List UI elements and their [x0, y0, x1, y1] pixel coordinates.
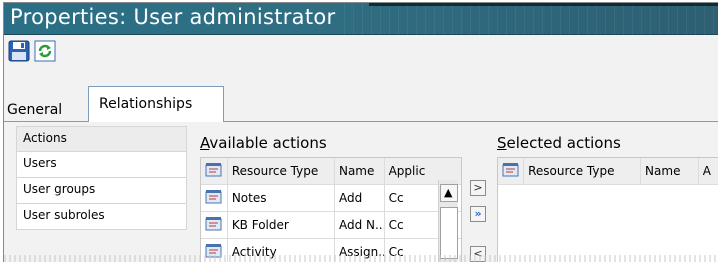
available-actions-title-text: vailable actions — [209, 134, 327, 152]
relationships-panel: Actions Users User groups User subroles … — [4, 122, 718, 262]
title-bar-pattern — [344, 3, 718, 35]
column-header-icon — [201, 158, 228, 184]
available-grid-scrollbar[interactable]: ▲ — [438, 180, 458, 262]
title-bar: Properties: User administrator — [4, 3, 718, 35]
nav-item-users[interactable]: Users — [16, 152, 187, 178]
table-row[interactable]: Notes Add Cc — [201, 185, 461, 212]
column-header-name[interactable]: Name — [641, 158, 699, 184]
floppy-disk-save-icon — [8, 40, 30, 62]
tab-strip: General Relationships — [4, 86, 718, 122]
cell-name: Add — [335, 185, 385, 211]
grid-header-row: Resource Type Name A — [498, 158, 718, 185]
selected-actions-grid[interactable]: Resource Type Name A — [497, 157, 718, 262]
column-header-resource-type[interactable]: Resource Type — [227, 158, 335, 184]
selected-actions-title: Selected actions — [497, 134, 621, 152]
resource-type-icon — [205, 163, 222, 177]
column-header-icon — [498, 158, 525, 184]
table-row[interactable]: KB Folder Add N... Cc — [201, 212, 461, 239]
resource-type-icon — [205, 190, 222, 204]
row-icon-cell — [201, 185, 228, 211]
nav-item-actions[interactable]: Actions — [16, 126, 187, 152]
nav-item-user-subroles[interactable]: User subroles — [16, 204, 187, 230]
column-header-application[interactable]: A — [698, 158, 718, 184]
scroll-up-button[interactable]: ▲ — [440, 184, 458, 202]
bottom-texture — [4, 255, 718, 262]
properties-window: Properties: User administrator General R… — [3, 2, 718, 262]
nav-item-user-groups[interactable]: User groups — [16, 178, 187, 204]
selected-actions-title-text: elected actions — [506, 134, 621, 152]
tab-general[interactable]: General — [4, 102, 62, 121]
scroll-thumb[interactable] — [440, 207, 458, 259]
title-bar-edge — [369, 3, 718, 6]
column-header-resource-type[interactable]: Resource Type — [524, 158, 642, 184]
tab-relationships-label: Relationships — [99, 96, 193, 112]
add-selected-button[interactable]: > — [470, 180, 486, 196]
refresh-icon — [34, 40, 56, 62]
save-button[interactable] — [8, 40, 30, 62]
cell-resource-type: KB Folder — [228, 212, 335, 238]
row-icon-cell — [201, 212, 228, 238]
resource-type-icon — [205, 217, 222, 231]
available-actions-title: Available actions — [200, 134, 327, 152]
toolbar — [4, 36, 718, 84]
cell-name: Add N... — [335, 212, 385, 238]
relationship-nav: Actions Users User groups User subroles — [16, 126, 187, 230]
grid-header-row: Resource Type Name Applic — [201, 158, 461, 185]
available-actions-grid[interactable]: Resource Type Name Applic Notes Add Cc K… — [200, 157, 462, 262]
add-all-button[interactable]: » — [470, 206, 486, 222]
selected-actions-title-accesskey: S — [497, 134, 507, 152]
window-title: Properties: User administrator — [10, 5, 336, 29]
scroll-up-arrow-icon: ▲ — [444, 186, 453, 199]
resource-type-icon — [502, 163, 519, 177]
cell-resource-type: Notes — [228, 185, 335, 211]
available-actions-title-accesskey: A — [200, 134, 210, 152]
tab-relationships[interactable]: Relationships — [88, 86, 224, 122]
column-header-name[interactable]: Name — [334, 158, 385, 184]
refresh-button[interactable] — [34, 40, 56, 62]
